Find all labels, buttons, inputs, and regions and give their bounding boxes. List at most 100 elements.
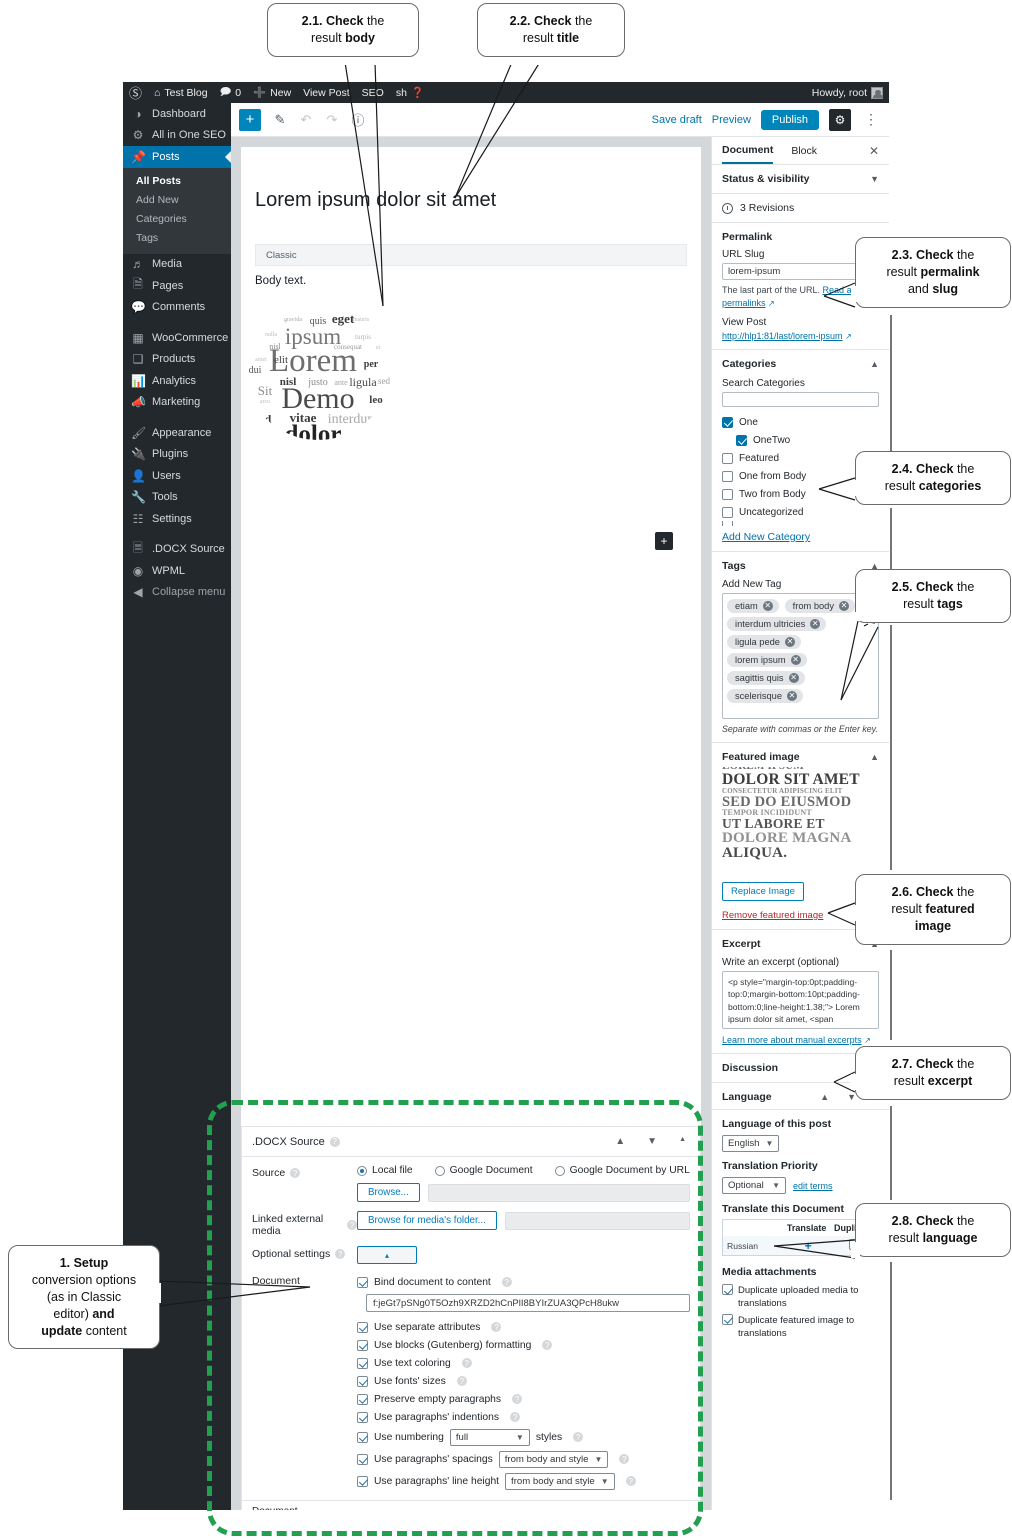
view-post-url-link[interactable]: http://hlp1:81/last/lorem-ipsum: [722, 331, 843, 341]
sidebar-item-dashboard[interactable]: ◑ Dashboard: [123, 103, 231, 125]
sidebar-item-all-in-one-seo[interactable]: ⚙ All in One SEO: [123, 125, 231, 147]
language-select[interactable]: English ▼: [722, 1135, 780, 1153]
tag-chip[interactable]: sagittis quis ✕: [727, 671, 805, 686]
checkbox-icon[interactable]: [722, 521, 733, 527]
bind-document-row[interactable]: Bind document to content ?: [357, 1273, 690, 1291]
classic-block-label[interactable]: Classic: [255, 244, 687, 266]
search-categories-input[interactable]: [722, 392, 879, 408]
sidebar-item-collapse-menu[interactable]: ◀ Collapse menu: [123, 582, 231, 604]
optional-settings-toggle[interactable]: ▴: [357, 1246, 417, 1264]
checkbox-icon[interactable]: [357, 1357, 368, 1369]
checkbox-icon[interactable]: [736, 434, 747, 446]
adminbar-comments[interactable]: 🗩 0: [214, 82, 248, 103]
spacings-select[interactable]: from body and style ▼: [498, 1450, 609, 1468]
option-row[interactable]: Use fonts' sizes ?: [357, 1372, 690, 1390]
chevron-up-icon[interactable]: ▲: [870, 359, 879, 369]
help-icon[interactable]: ?: [501, 1277, 512, 1287]
adminbar-partial-item[interactable]: sh ❓: [390, 82, 430, 103]
adminbar-seo[interactable]: SEO: [356, 82, 390, 103]
radio-icon[interactable]: [434, 1165, 445, 1176]
checkbox-icon[interactable]: [722, 488, 733, 500]
post-body-text[interactable]: Body text.: [255, 275, 687, 287]
submenu-item-add-new[interactable]: Add New: [123, 191, 231, 210]
add-new-category-link[interactable]: Add New Category: [722, 531, 810, 543]
adminbar-view-post[interactable]: View Post: [297, 82, 356, 103]
adminbar-howdy[interactable]: Howdy, root: [812, 87, 871, 99]
help-icon[interactable]: ?: [619, 1454, 630, 1464]
avatar[interactable]: [871, 86, 883, 99]
sidebar-item-pages[interactable]: 🗎 Pages: [123, 275, 231, 297]
option-row[interactable]: Preserve empty paragraphs ?: [357, 1390, 690, 1408]
remove-featured-image-link[interactable]: Remove featured image: [722, 910, 823, 921]
save-draft-button[interactable]: Save draft: [652, 114, 702, 126]
category-item[interactable]: Uncategorized: [722, 503, 879, 521]
caret-up-icon[interactable]: ▲: [679, 1136, 686, 1147]
option-row[interactable]: Use blocks (Gutenberg) formatting ?: [357, 1336, 690, 1354]
edit-terms-link[interactable]: edit terms: [793, 1181, 833, 1191]
remove-tag-icon[interactable]: ✕: [784, 637, 795, 648]
help-icon[interactable]: ?: [625, 1476, 636, 1486]
add-translation-icon[interactable]: +: [786, 1240, 830, 1252]
option-row[interactable]: Use paragraphs' indentions ?: [357, 1408, 690, 1426]
checkbox-icon[interactable]: [722, 470, 733, 482]
help-icon[interactable]: ?: [573, 1432, 584, 1442]
checkbox-icon[interactable]: [722, 1313, 733, 1325]
help-icon[interactable]: ?: [347, 1220, 357, 1230]
sidebar-item-comments[interactable]: 💬 Comments: [123, 297, 231, 319]
sidebar-item-woocommerce[interactable]: ▦ WooCommerce: [123, 327, 231, 349]
gear-icon[interactable]: ⚙: [829, 108, 851, 131]
checkbox-icon[interactable]: [357, 1321, 368, 1333]
sidebar-item-analytics[interactable]: 📊 Analytics: [123, 370, 231, 392]
option-row[interactable]: Use text coloring ?: [357, 1354, 690, 1372]
media-option-row[interactable]: Duplicate featured image to translations: [722, 1313, 879, 1341]
sidebar-item-posts[interactable]: 📌 Posts: [123, 146, 232, 168]
publish-button[interactable]: Publish: [760, 109, 819, 130]
checkbox-icon[interactable]: [357, 1411, 368, 1423]
adminbar-site-name[interactable]: ⌂ Test Blog: [148, 82, 214, 103]
help-icon[interactable]: ?: [491, 1322, 502, 1332]
checkbox-icon[interactable]: [357, 1431, 368, 1443]
tag-chip[interactable]: interdum ultricies ✕: [727, 617, 827, 632]
wordpress-logo-icon[interactable]: Ⓢ: [123, 83, 148, 102]
help-icon[interactable]: ?: [512, 1394, 523, 1404]
category-item-partial[interactable]: [722, 521, 879, 527]
translation-priority-select[interactable]: Optional ▼: [722, 1177, 786, 1195]
sidebar-item-wpml[interactable]: ◉ WPML: [123, 560, 231, 582]
checkbox-icon[interactable]: [357, 1339, 368, 1351]
preview-button[interactable]: Preview: [712, 114, 751, 126]
sidebar-item-settings[interactable]: ☷ Settings: [123, 508, 231, 530]
checkbox-icon[interactable]: [357, 1475, 368, 1487]
checkbox-icon[interactable]: [357, 1393, 368, 1405]
remove-tag-icon[interactable]: ✕: [810, 619, 821, 630]
block-inserter-button[interactable]: +: [655, 532, 673, 550]
edit-pencil-icon[interactable]: ✎: [270, 110, 290, 130]
tab-document[interactable]: Document: [722, 137, 774, 164]
remove-tag-icon[interactable]: ✕: [839, 601, 849, 612]
sidebar-item-media[interactable]: ♬ Media: [123, 254, 231, 276]
tag-chip[interactable]: scelerisque ✕: [727, 689, 804, 704]
revisions-section[interactable]: 3 Revisions: [712, 194, 889, 223]
checkbox-icon[interactable]: [722, 452, 733, 464]
chevron-up-icon[interactable]: ▲: [820, 1092, 829, 1102]
excerpt-textarea[interactable]: <p style="margin-top:0pt;padding-top:0;m…: [722, 971, 879, 1030]
sidebar-item-tools[interactable]: 🔧 Tools: [123, 487, 231, 509]
checkbox-icon[interactable]: [357, 1453, 368, 1465]
submenu-item-tags[interactable]: Tags: [123, 229, 231, 248]
numbering-row[interactable]: Use numbering full ▼ styles ?: [357, 1426, 690, 1448]
help-icon[interactable]: ?: [290, 1168, 301, 1178]
checkbox-icon[interactable]: [357, 1375, 368, 1387]
radio-local-file[interactable]: Local file: [357, 1165, 413, 1176]
submenu-item-all-posts[interactable]: All Posts: [123, 172, 231, 191]
remove-tag-icon[interactable]: ✕: [790, 655, 801, 666]
learn-more-excerpts-link[interactable]: Learn more about manual excerpts: [722, 1035, 862, 1045]
lineheight-row[interactable]: Use paragraphs' line height from body an…: [357, 1470, 690, 1492]
remove-tag-icon[interactable]: ✕: [762, 601, 773, 612]
numbering-select[interactable]: full ▼: [449, 1428, 530, 1446]
redo-icon[interactable]: ↷: [322, 110, 342, 130]
checkbox-icon[interactable]: [357, 1276, 368, 1288]
chevron-down-icon[interactable]: ▼: [870, 174, 879, 184]
info-icon[interactable]: ⓘ: [348, 110, 368, 130]
submenu-item-categories[interactable]: Categories: [123, 210, 231, 229]
chevron-down-icon[interactable]: ▼: [647, 1136, 657, 1147]
add-block-button[interactable]: +: [239, 108, 261, 131]
